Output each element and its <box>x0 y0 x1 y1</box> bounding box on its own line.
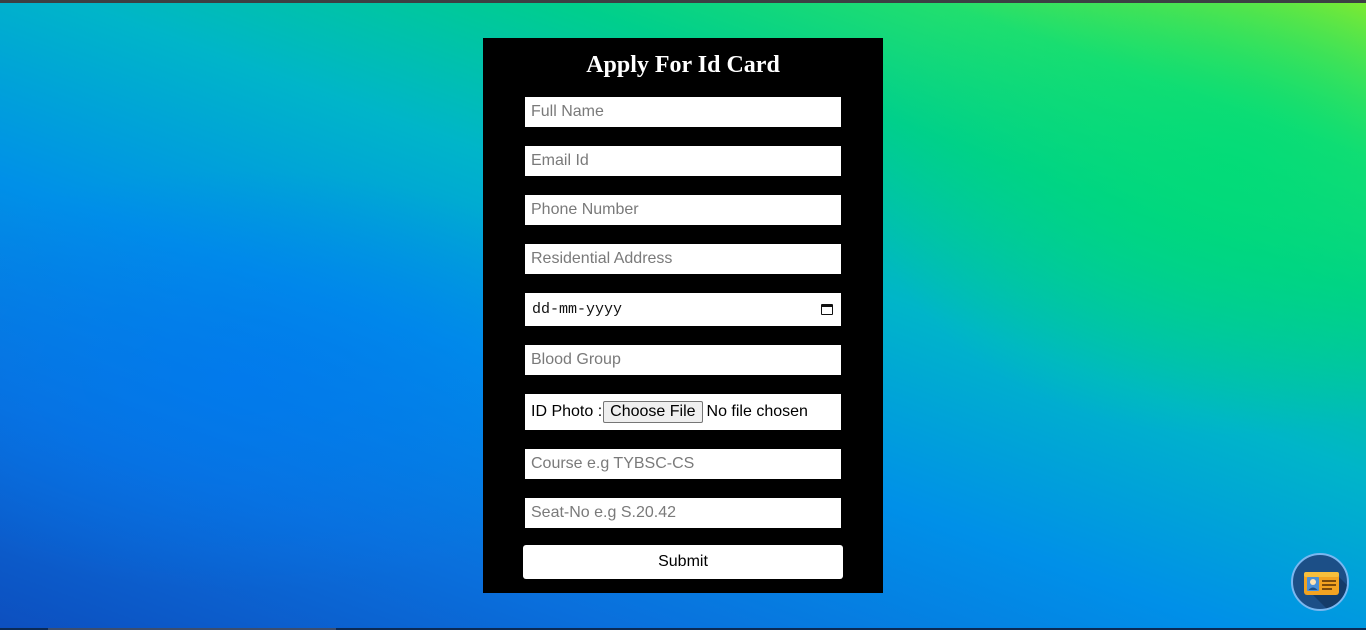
date-format-text: dd-mm-yyyy <box>532 301 623 318</box>
file-status-text: No file chosen <box>706 403 808 420</box>
blood-group-input[interactable] <box>525 345 841 375</box>
id-card-icon <box>1304 572 1347 609</box>
seat-no-input[interactable] <box>525 498 841 528</box>
date-of-birth-input[interactable]: dd-mm-yyyy <box>525 293 841 326</box>
full-name-input[interactable] <box>525 97 841 127</box>
address-input[interactable] <box>525 244 841 274</box>
floating-id-card-button[interactable] <box>1291 553 1349 611</box>
phone-input[interactable] <box>525 195 841 225</box>
id-photo-field: ID Photo : Choose File No file chosen <box>525 394 841 430</box>
id-photo-label: ID Photo : <box>531 403 603 420</box>
submit-button[interactable]: Submit <box>523 545 843 579</box>
course-input[interactable] <box>525 449 841 479</box>
calendar-icon[interactable] <box>821 304 833 315</box>
form-title: Apply For Id Card <box>586 52 780 78</box>
email-input[interactable] <box>525 146 841 176</box>
window-top-bar <box>0 0 1366 3</box>
choose-file-button[interactable]: Choose File <box>603 401 703 423</box>
id-card-form: Apply For Id Card dd-mm-yyyy ID Photo : … <box>483 38 883 593</box>
